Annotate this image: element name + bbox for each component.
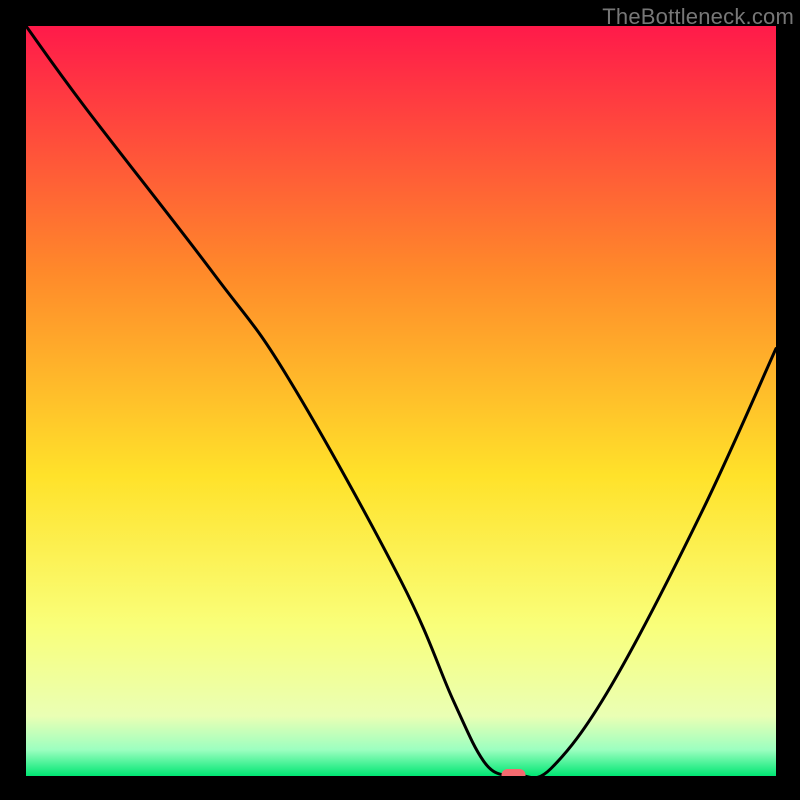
chart-frame: TheBottleneck.com — [0, 0, 800, 800]
plot-area — [26, 26, 776, 776]
bottleneck-chart — [26, 26, 776, 776]
gradient-background — [26, 26, 776, 776]
optimal-point-marker — [502, 769, 526, 776]
